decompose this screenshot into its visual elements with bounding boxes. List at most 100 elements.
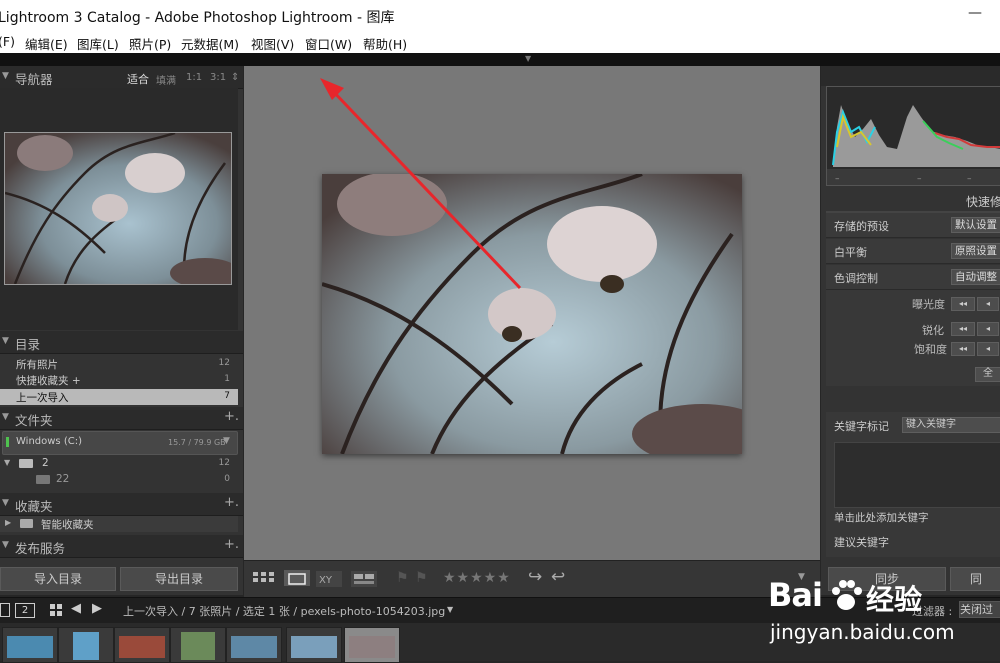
menu-bar: (F) 编辑(E) 图库(L) 照片(P) 元数据(M) 视图(V) 窗口(W)… xyxy=(0,31,1000,54)
keyword-textarea[interactable] xyxy=(834,442,1000,508)
flag-icon[interactable]: ⚑ xyxy=(396,570,409,586)
auto-tone-button[interactable]: 自动调整 xyxy=(951,269,1000,285)
rotate-left-icon[interactable]: ↪ xyxy=(528,567,542,587)
expand-triangle-icon[interactable]: ▶ xyxy=(5,518,11,527)
publish-header[interactable]: ▼ 发布服务 +. xyxy=(0,535,243,558)
sharpness-decrease[interactable]: ◂ xyxy=(977,322,999,336)
drive-size: 15.7 / 79.9 GB xyxy=(168,438,226,447)
drive-windows-c[interactable]: Windows (C:) 15.7 / 79.9 GB ▼ xyxy=(2,431,238,455)
reset-all-button[interactable]: 全 xyxy=(975,367,1000,382)
exposure-decrease-more[interactable]: ◂◂ xyxy=(951,297,975,311)
saturation-decrease-more[interactable]: ◂◂ xyxy=(951,342,975,356)
drive-dropdown-icon[interactable]: ▼ xyxy=(223,436,230,446)
exposure-decrease[interactable]: ◂ xyxy=(977,297,999,311)
baidu-jingyan-watermark: Bai 经验 jingyan.baidu.com xyxy=(766,574,1000,661)
menu-file[interactable]: (F) xyxy=(0,34,15,49)
breadcrumb-dropdown-icon[interactable]: ▼ xyxy=(447,605,453,614)
loupe-view-icon[interactable] xyxy=(284,570,310,586)
svg-text:–: – xyxy=(967,174,972,184)
grid-icon[interactable] xyxy=(50,604,64,616)
collections-header[interactable]: ▼ 收藏夹 +. xyxy=(0,493,243,516)
add-folder-icon[interactable]: +. xyxy=(224,409,239,424)
nav-fill[interactable]: 填满 xyxy=(156,72,176,87)
filmstrip-breadcrumb[interactable]: 上一次导入 / 7 张照片 / 选定 1 张 / pexels-photo-10… xyxy=(123,603,445,619)
folders-title: 文件夹 xyxy=(15,413,53,428)
menu-library[interactable]: 图库(L) xyxy=(77,34,119,53)
watermark-url: jingyan.baidu.com xyxy=(770,620,955,644)
filmstrip-thumb[interactable] xyxy=(286,627,342,663)
quick-develop-title[interactable]: 快速修 xyxy=(966,193,1000,210)
row-label: 2 xyxy=(42,457,49,469)
reject-flag-icon[interactable]: ⚑ xyxy=(415,570,428,586)
minimize-button[interactable]: — xyxy=(968,5,982,21)
module-strip xyxy=(0,53,1000,66)
expand-triangle-icon[interactable]: ▼ xyxy=(4,458,10,467)
add-collection-icon[interactable]: +. xyxy=(224,495,239,510)
sharpness-decrease-more[interactable]: ◂◂ xyxy=(951,322,975,336)
folder-icon xyxy=(19,459,33,468)
saturation-decrease[interactable]: ◂ xyxy=(977,342,999,356)
nav-1-1[interactable]: 1:1 xyxy=(186,72,202,83)
navigator-header[interactable]: ▼ 导航器 适合 填满 1:1 3:1 ⇕ xyxy=(0,66,243,89)
watermark-brand-2: 经验 xyxy=(866,583,923,616)
collapse-triangle-icon: ▼ xyxy=(2,336,9,346)
previous-arrow-icon[interactable]: ◀ xyxy=(71,601,81,616)
saved-preset-select[interactable]: 默认设置 xyxy=(951,217,1000,233)
survey-view-icon[interactable] xyxy=(351,571,377,587)
expand-top-icon[interactable]: ▼ xyxy=(525,54,531,63)
keywording-panel: 关键字标记 键入关键字 单击此处添加关键字 建议关键字 xyxy=(826,412,1000,557)
row-count: 12 xyxy=(218,358,230,368)
collapse-triangle-icon: ▼ xyxy=(2,540,9,550)
folder-row-2[interactable]: ▼ 2 12 xyxy=(0,456,238,472)
catalog-row-quick[interactable]: 快捷收藏夹 + 1 xyxy=(0,372,238,388)
nav-3-1[interactable]: 3:1 xyxy=(210,72,226,83)
saturation-label: 饱和度 xyxy=(914,343,947,356)
collapse-triangle-icon: ▼ xyxy=(2,498,9,508)
row-label: 色调控制 xyxy=(834,272,878,285)
folders-header[interactable]: ▼ 文件夹 +. xyxy=(0,407,243,430)
menu-edit[interactable]: 编辑(E) xyxy=(25,34,68,53)
compare-view-icon[interactable]: XY xyxy=(316,571,342,587)
next-arrow-icon[interactable]: ▶ xyxy=(92,601,102,616)
row-label: 快捷收藏夹 + xyxy=(16,375,81,387)
row-label: 22 xyxy=(56,473,70,485)
svg-text:XY: XY xyxy=(319,575,333,586)
svg-text:–: – xyxy=(835,174,840,184)
export-catalog-button[interactable]: 导出目录 xyxy=(120,567,238,591)
saved-preset-row: 存储的预设 默认设置 xyxy=(826,213,1000,238)
white-balance-row: 白平衡 原照设置 xyxy=(826,239,1000,264)
catalog-header[interactable]: ▼ 目录 xyxy=(0,331,243,354)
filmstrip-thumb[interactable] xyxy=(58,627,114,663)
filmstrip-thumb[interactable] xyxy=(226,627,282,663)
filmstrip-thumb[interactable] xyxy=(114,627,170,663)
filmstrip-thumb[interactable] xyxy=(170,627,226,663)
svg-text:–: – xyxy=(917,174,922,184)
menu-help[interactable]: 帮助(H) xyxy=(363,34,407,53)
nav-zoom-arrows-icon[interactable]: ⇕ xyxy=(231,72,239,83)
window-1-icon[interactable] xyxy=(0,603,10,617)
white-balance-select[interactable]: 原照设置 xyxy=(951,243,1000,259)
grid-view-icon[interactable] xyxy=(252,571,276,587)
rotate-right-icon[interactable]: ↩ xyxy=(551,567,565,587)
menu-view[interactable]: 视图(V) xyxy=(251,34,294,53)
nav-fit[interactable]: 适合 xyxy=(127,71,149,87)
menu-photo[interactable]: 照片(P) xyxy=(129,34,171,53)
suggested-keywords-label[interactable]: 建议关键字 xyxy=(834,534,889,550)
smart-collection-row[interactable]: ▶ 智能收藏夹 xyxy=(0,516,238,532)
filmstrip-thumb[interactable] xyxy=(2,627,58,663)
menu-metadata[interactable]: 元数据(M) xyxy=(181,34,239,53)
import-catalog-button[interactable]: 导入目录 xyxy=(0,567,116,591)
drive-name: Windows (C:) xyxy=(16,436,82,447)
filmstrip-thumb-selected[interactable] xyxy=(344,627,400,663)
folder-row-22[interactable]: 22 0 xyxy=(0,472,238,488)
catalog-row-last-import[interactable]: 上一次导入 7 xyxy=(0,389,238,405)
add-publish-icon[interactable]: +. xyxy=(224,537,239,552)
star-rating[interactable]: ★★★★★ xyxy=(443,570,511,586)
keyword-hint: 单击此处添加关键字 xyxy=(834,512,929,524)
navigator-thumbnail[interactable] xyxy=(4,132,232,285)
catalog-row-all[interactable]: 所有照片 12 xyxy=(0,356,238,372)
menu-window[interactable]: 窗口(W) xyxy=(305,34,352,53)
keyword-input[interactable]: 键入关键字 xyxy=(902,417,1000,433)
secondary-window-button[interactable]: 2 xyxy=(15,603,35,618)
row-count: 12 xyxy=(218,458,230,468)
